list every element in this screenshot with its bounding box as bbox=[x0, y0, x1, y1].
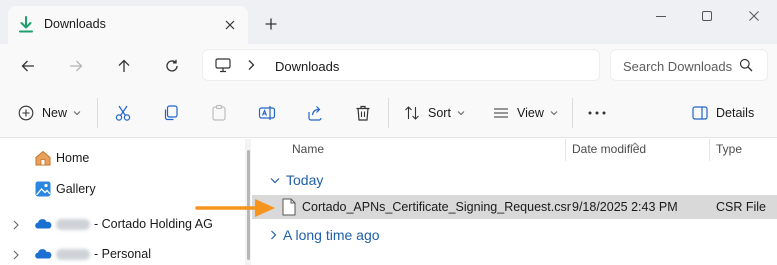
group-label: A long time ago bbox=[283, 227, 380, 243]
share-button[interactable] bbox=[306, 98, 324, 128]
command-bar: New Sort View Details bbox=[0, 88, 777, 138]
column-divider[interactable] bbox=[709, 139, 710, 161]
file-date: 9/18/2025 2:43 PM bbox=[572, 200, 678, 214]
chevron-right-icon[interactable] bbox=[12, 219, 20, 233]
new-label: New bbox=[42, 106, 68, 120]
minimize-button[interactable] bbox=[638, 0, 684, 32]
computer-icon bbox=[215, 58, 231, 76]
chevron-right-icon bbox=[271, 230, 277, 240]
cut-icon bbox=[115, 105, 131, 121]
view-button[interactable]: View bbox=[493, 98, 558, 128]
rename-button[interactable] bbox=[258, 98, 276, 128]
file-type: CSR File bbox=[716, 200, 767, 214]
maximize-button[interactable] bbox=[684, 0, 730, 32]
copy-button[interactable] bbox=[162, 98, 180, 128]
details-button[interactable]: Details bbox=[692, 98, 754, 128]
back-button[interactable] bbox=[14, 52, 42, 80]
plus-circle-icon bbox=[18, 105, 34, 121]
toolbar-divider bbox=[388, 98, 389, 128]
share-icon bbox=[308, 106, 322, 121]
sort-button[interactable]: Sort bbox=[404, 98, 465, 128]
view-list-icon bbox=[494, 108, 508, 118]
refresh-button[interactable] bbox=[158, 52, 186, 80]
more-icon bbox=[588, 111, 606, 115]
redacted-name bbox=[56, 249, 90, 261]
search-input[interactable] bbox=[623, 57, 733, 75]
sidebar-item-label: Gallery bbox=[56, 182, 96, 196]
up-button[interactable] bbox=[110, 52, 138, 80]
file-icon bbox=[282, 198, 296, 219]
minimize-icon bbox=[656, 16, 666, 17]
navigation-bar: Downloads bbox=[0, 44, 777, 88]
sidebar-item-home[interactable]: Home bbox=[0, 143, 245, 173]
delete-button[interactable] bbox=[354, 98, 372, 128]
redacted-name bbox=[56, 219, 90, 231]
title-bar: Downloads bbox=[0, 0, 777, 44]
column-header-name[interactable]: Name bbox=[292, 142, 324, 156]
sidebar-item-onedrive-personal[interactable]: - Personal bbox=[0, 239, 245, 265]
details-label: Details bbox=[716, 106, 755, 120]
home-icon bbox=[34, 149, 52, 167]
close-icon bbox=[225, 20, 235, 30]
paste-icon bbox=[212, 104, 226, 121]
more-options-button[interactable] bbox=[588, 98, 606, 128]
column-divider[interactable] bbox=[565, 139, 566, 161]
sort-icon bbox=[405, 106, 419, 120]
new-button[interactable]: New bbox=[18, 98, 81, 128]
file-list: Name Date modified Type Today Cortado_AP… bbox=[252, 139, 777, 265]
search-icon[interactable] bbox=[739, 58, 753, 75]
close-window-button[interactable] bbox=[731, 0, 777, 32]
sidebar-item-label: - Personal bbox=[56, 247, 151, 261]
search-box[interactable] bbox=[610, 49, 768, 81]
maximize-icon bbox=[702, 11, 712, 21]
group-header-a-long-time-ago[interactable]: A long time ago bbox=[270, 223, 380, 247]
column-header-type[interactable]: Type bbox=[716, 142, 742, 156]
onedrive-icon bbox=[34, 245, 52, 263]
arrow-right-icon bbox=[70, 60, 83, 72]
column-header-date-modified[interactable]: Date modified bbox=[572, 142, 646, 156]
refresh-icon bbox=[166, 59, 178, 72]
annotation-arrow-icon bbox=[195, 199, 275, 217]
sidebar-item-label: - Cortado Holding AG bbox=[56, 217, 213, 231]
toolbar-divider bbox=[572, 98, 573, 128]
tab-close-button[interactable] bbox=[220, 15, 240, 35]
gallery-icon bbox=[34, 180, 52, 198]
chevron-down-icon bbox=[73, 111, 81, 116]
chevron-down-icon bbox=[550, 111, 558, 116]
cut-button[interactable] bbox=[114, 98, 132, 128]
chevron-right-icon bbox=[247, 59, 255, 74]
copy-icon bbox=[164, 105, 178, 121]
delete-icon bbox=[356, 105, 370, 121]
sort-label: Sort bbox=[428, 106, 451, 120]
chevron-down-icon bbox=[457, 111, 465, 116]
tab-title: Downloads bbox=[44, 17, 106, 31]
forward-button[interactable] bbox=[62, 52, 90, 80]
new-tab-button[interactable] bbox=[260, 13, 282, 35]
rename-icon bbox=[258, 106, 276, 120]
download-arrow-icon bbox=[18, 16, 34, 34]
file-name: Cortado_APNs_Certificate_Signing_Request… bbox=[302, 200, 571, 214]
sidebar-item-label: Home bbox=[56, 151, 90, 165]
breadcrumb-downloads[interactable]: Downloads bbox=[275, 59, 339, 74]
plus-icon bbox=[265, 18, 277, 30]
group-label: Today bbox=[286, 172, 324, 188]
close-icon bbox=[749, 11, 759, 21]
group-header-today[interactable]: Today bbox=[270, 168, 323, 192]
arrow-left-icon bbox=[21, 60, 34, 72]
details-pane-icon bbox=[692, 106, 708, 120]
onedrive-icon bbox=[34, 215, 52, 233]
chevron-down-icon bbox=[270, 177, 280, 183]
toolbar-divider bbox=[97, 98, 98, 128]
tab-downloads[interactable]: Downloads bbox=[8, 6, 248, 44]
arrow-up-icon bbox=[118, 59, 130, 72]
view-label: View bbox=[517, 106, 544, 120]
paste-button[interactable] bbox=[210, 98, 228, 128]
table-row[interactable]: Cortado_APNs_Certificate_Signing_Request… bbox=[252, 195, 777, 219]
chevron-right-icon[interactable] bbox=[12, 249, 20, 263]
address-bar[interactable]: Downloads bbox=[202, 49, 600, 81]
